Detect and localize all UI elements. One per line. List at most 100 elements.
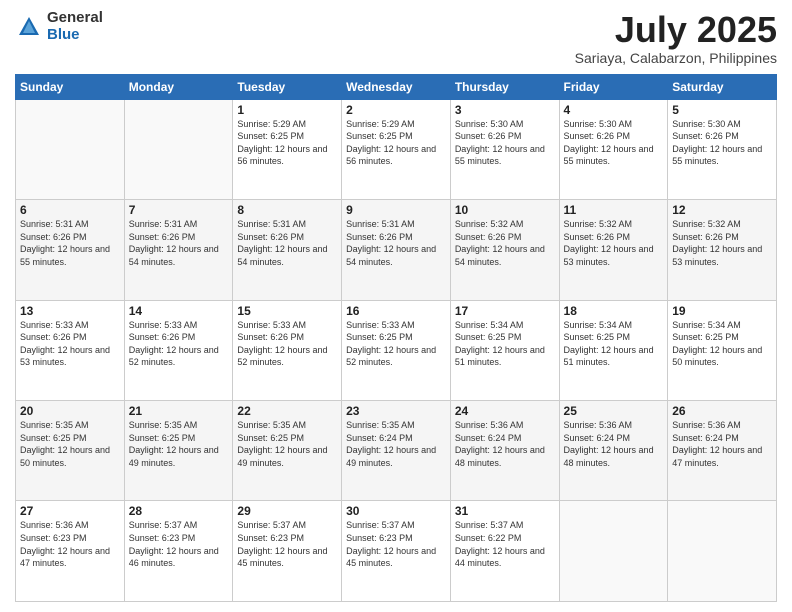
day-info: Sunrise: 5:36 AM Sunset: 6:24 PM Dayligh… [672,419,772,469]
calendar-header-row: Sunday Monday Tuesday Wednesday Thursday… [16,74,777,99]
day-info: Sunrise: 5:35 AM Sunset: 6:25 PM Dayligh… [129,419,229,469]
calendar-cell: 19Sunrise: 5:34 AM Sunset: 6:25 PM Dayli… [668,300,777,400]
day-number: 8 [237,203,337,217]
day-info: Sunrise: 5:34 AM Sunset: 6:25 PM Dayligh… [564,319,664,369]
logo-blue: Blue [47,27,103,44]
day-number: 6 [20,203,120,217]
day-info: Sunrise: 5:29 AM Sunset: 6:25 PM Dayligh… [346,118,446,168]
calendar-cell: 31Sunrise: 5:37 AM Sunset: 6:22 PM Dayli… [450,501,559,602]
calendar-cell: 18Sunrise: 5:34 AM Sunset: 6:25 PM Dayli… [559,300,668,400]
logo: General Blue [15,10,103,43]
day-number: 7 [129,203,229,217]
day-info: Sunrise: 5:35 AM Sunset: 6:25 PM Dayligh… [237,419,337,469]
day-info: Sunrise: 5:31 AM Sunset: 6:26 PM Dayligh… [237,218,337,268]
day-number: 31 [455,504,555,518]
calendar-cell: 5Sunrise: 5:30 AM Sunset: 6:26 PM Daylig… [668,99,777,199]
calendar-week-3: 13Sunrise: 5:33 AM Sunset: 6:26 PM Dayli… [16,300,777,400]
day-info: Sunrise: 5:34 AM Sunset: 6:25 PM Dayligh… [672,319,772,369]
day-info: Sunrise: 5:33 AM Sunset: 6:26 PM Dayligh… [20,319,120,369]
calendar-cell: 12Sunrise: 5:32 AM Sunset: 6:26 PM Dayli… [668,200,777,300]
calendar-cell: 6Sunrise: 5:31 AM Sunset: 6:26 PM Daylig… [16,200,125,300]
col-thursday: Thursday [450,74,559,99]
day-number: 20 [20,404,120,418]
calendar-cell: 8Sunrise: 5:31 AM Sunset: 6:26 PM Daylig… [233,200,342,300]
title-month: July 2025 [575,10,777,50]
day-info: Sunrise: 5:35 AM Sunset: 6:24 PM Dayligh… [346,419,446,469]
calendar-cell: 24Sunrise: 5:36 AM Sunset: 6:24 PM Dayli… [450,401,559,501]
day-info: Sunrise: 5:32 AM Sunset: 6:26 PM Dayligh… [564,218,664,268]
calendar-cell: 21Sunrise: 5:35 AM Sunset: 6:25 PM Dayli… [124,401,233,501]
day-info: Sunrise: 5:30 AM Sunset: 6:26 PM Dayligh… [672,118,772,168]
day-number: 27 [20,504,120,518]
day-info: Sunrise: 5:36 AM Sunset: 6:24 PM Dayligh… [564,419,664,469]
day-info: Sunrise: 5:35 AM Sunset: 6:25 PM Dayligh… [20,419,120,469]
calendar-cell: 1Sunrise: 5:29 AM Sunset: 6:25 PM Daylig… [233,99,342,199]
day-number: 2 [346,103,446,117]
calendar-week-1: 1Sunrise: 5:29 AM Sunset: 6:25 PM Daylig… [16,99,777,199]
day-info: Sunrise: 5:34 AM Sunset: 6:25 PM Dayligh… [455,319,555,369]
logo-text: General Blue [47,10,103,43]
day-number: 29 [237,504,337,518]
col-sunday: Sunday [16,74,125,99]
calendar-cell: 28Sunrise: 5:37 AM Sunset: 6:23 PM Dayli… [124,501,233,602]
day-number: 10 [455,203,555,217]
calendar-cell: 29Sunrise: 5:37 AM Sunset: 6:23 PM Dayli… [233,501,342,602]
calendar-cell [668,501,777,602]
day-info: Sunrise: 5:31 AM Sunset: 6:26 PM Dayligh… [346,218,446,268]
day-info: Sunrise: 5:37 AM Sunset: 6:23 PM Dayligh… [237,519,337,569]
calendar-cell: 22Sunrise: 5:35 AM Sunset: 6:25 PM Dayli… [233,401,342,501]
day-info: Sunrise: 5:29 AM Sunset: 6:25 PM Dayligh… [237,118,337,168]
calendar-cell: 10Sunrise: 5:32 AM Sunset: 6:26 PM Dayli… [450,200,559,300]
day-info: Sunrise: 5:30 AM Sunset: 6:26 PM Dayligh… [564,118,664,168]
header: General Blue July 2025 Sariaya, Calabarz… [15,10,777,66]
day-info: Sunrise: 5:33 AM Sunset: 6:26 PM Dayligh… [129,319,229,369]
day-number: 25 [564,404,664,418]
day-number: 30 [346,504,446,518]
calendar-cell: 27Sunrise: 5:36 AM Sunset: 6:23 PM Dayli… [16,501,125,602]
calendar-cell: 13Sunrise: 5:33 AM Sunset: 6:26 PM Dayli… [16,300,125,400]
day-info: Sunrise: 5:33 AM Sunset: 6:25 PM Dayligh… [346,319,446,369]
day-number: 3 [455,103,555,117]
col-saturday: Saturday [668,74,777,99]
day-number: 5 [672,103,772,117]
calendar-cell [559,501,668,602]
page: General Blue July 2025 Sariaya, Calabarz… [0,0,792,612]
calendar-table: Sunday Monday Tuesday Wednesday Thursday… [15,74,777,602]
col-wednesday: Wednesday [342,74,451,99]
day-info: Sunrise: 5:36 AM Sunset: 6:23 PM Dayligh… [20,519,120,569]
calendar-cell: 11Sunrise: 5:32 AM Sunset: 6:26 PM Dayli… [559,200,668,300]
calendar-week-5: 27Sunrise: 5:36 AM Sunset: 6:23 PM Dayli… [16,501,777,602]
day-number: 28 [129,504,229,518]
day-info: Sunrise: 5:37 AM Sunset: 6:22 PM Dayligh… [455,519,555,569]
day-number: 1 [237,103,337,117]
calendar-cell: 2Sunrise: 5:29 AM Sunset: 6:25 PM Daylig… [342,99,451,199]
day-number: 15 [237,304,337,318]
calendar-cell: 4Sunrise: 5:30 AM Sunset: 6:26 PM Daylig… [559,99,668,199]
calendar-cell: 17Sunrise: 5:34 AM Sunset: 6:25 PM Dayli… [450,300,559,400]
day-info: Sunrise: 5:37 AM Sunset: 6:23 PM Dayligh… [346,519,446,569]
day-number: 16 [346,304,446,318]
logo-general: General [47,10,103,27]
day-info: Sunrise: 5:37 AM Sunset: 6:23 PM Dayligh… [129,519,229,569]
day-number: 19 [672,304,772,318]
title-location: Sariaya, Calabarzon, Philippines [575,50,777,66]
day-info: Sunrise: 5:32 AM Sunset: 6:26 PM Dayligh… [455,218,555,268]
col-friday: Friday [559,74,668,99]
calendar-cell: 7Sunrise: 5:31 AM Sunset: 6:26 PM Daylig… [124,200,233,300]
calendar-week-2: 6Sunrise: 5:31 AM Sunset: 6:26 PM Daylig… [16,200,777,300]
calendar-week-4: 20Sunrise: 5:35 AM Sunset: 6:25 PM Dayli… [16,401,777,501]
logo-icon [15,13,43,41]
day-info: Sunrise: 5:31 AM Sunset: 6:26 PM Dayligh… [20,218,120,268]
calendar-cell: 15Sunrise: 5:33 AM Sunset: 6:26 PM Dayli… [233,300,342,400]
day-number: 23 [346,404,446,418]
day-number: 11 [564,203,664,217]
day-info: Sunrise: 5:31 AM Sunset: 6:26 PM Dayligh… [129,218,229,268]
day-number: 18 [564,304,664,318]
day-number: 17 [455,304,555,318]
day-info: Sunrise: 5:30 AM Sunset: 6:26 PM Dayligh… [455,118,555,168]
calendar-cell: 30Sunrise: 5:37 AM Sunset: 6:23 PM Dayli… [342,501,451,602]
calendar-cell: 9Sunrise: 5:31 AM Sunset: 6:26 PM Daylig… [342,200,451,300]
calendar-cell: 16Sunrise: 5:33 AM Sunset: 6:25 PM Dayli… [342,300,451,400]
day-number: 9 [346,203,446,217]
calendar-cell: 26Sunrise: 5:36 AM Sunset: 6:24 PM Dayli… [668,401,777,501]
